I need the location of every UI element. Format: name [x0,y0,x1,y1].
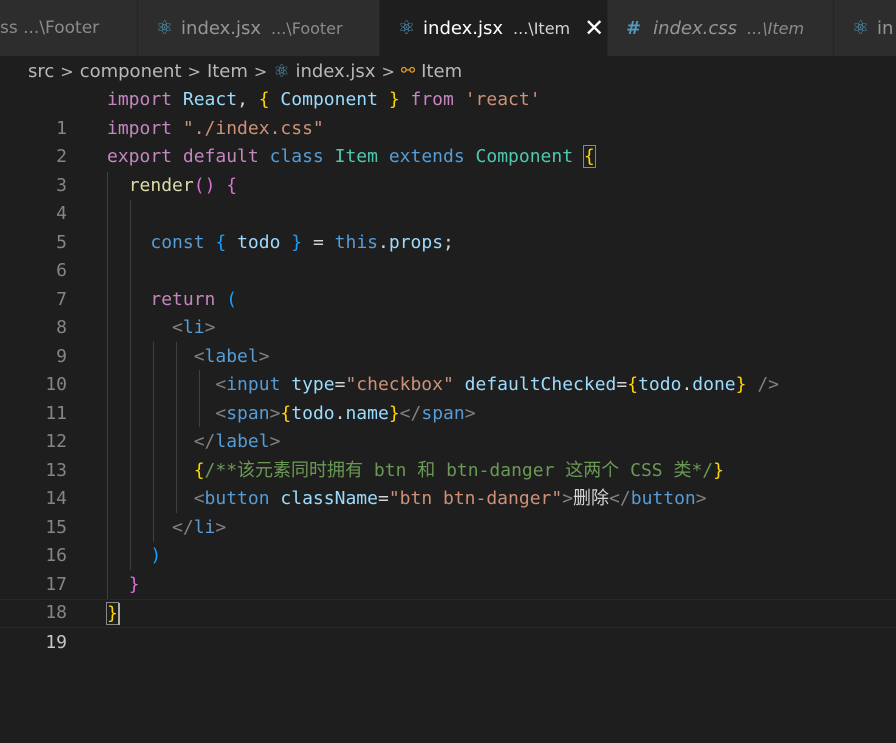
chevron-right-icon: > [381,61,395,81]
tab-footer-css[interactable]: ss ...\Footer [0,0,138,56]
symbol-class-icon: ⚯ [400,61,416,81]
breadcrumb: src > component > Item > ⚛ index.jsx > ⚯… [28,57,462,85]
tab-filename: index.jsx [181,17,262,39]
code-line-current: 19 } [0,599,896,653]
tab-item-index-jsx[interactable]: ⚛ index.jsx ...\Item ✕ [380,0,608,56]
text-cursor [118,603,120,625]
tab-path: ...\Footer [271,18,343,38]
react-icon: ⚛ [156,17,174,39]
code-line: 7 [0,257,896,310]
tab-path: ...\Item [513,18,571,38]
code-line: 17 ) [0,542,896,595]
hash-icon: # [626,17,642,39]
code-line: 15 <button className="btn btn-danger">删除… [0,485,896,538]
code-line: 3 export default class Item extends Comp… [0,143,896,196]
code-line: 10 <label> [0,343,896,396]
code-line: 6 const { todo } = this.props; [0,229,896,282]
code-line: 9 <li> [0,314,896,367]
react-icon: ⚛ [852,17,870,39]
close-icon[interactable]: ✕ [584,16,604,40]
code-line: 11 <input type="checkbox" defaultChecked… [0,371,896,424]
tab-filename: in [877,17,894,39]
react-icon: ⚛ [273,60,290,82]
tab-path: ss ...\Footer [0,18,100,38]
code-line: 1 import React, { Component } from 'reac… [0,86,896,139]
breadcrumb-item-file[interactable]: index.jsx [295,61,375,82]
tab-filename: index.jsx [423,17,504,39]
breadcrumb-item-component[interactable]: component [80,61,182,82]
code-line: 2 import "./index.css" [0,115,896,168]
tab-overflow[interactable]: ⚛ in [834,0,896,56]
code-line: 5 [0,200,896,253]
code-line: 16 </li> [0,514,896,567]
code-line: 14 {/**该元素同时拥有 btn 和 btn-danger 这两个 CSS … [0,457,896,510]
react-icon: ⚛ [398,17,416,39]
tab-filename: index.css [653,17,738,39]
tab-path: ...\Item [747,18,805,38]
line-number: 19 [45,631,67,653]
tab-footer-index-jsx[interactable]: ⚛ index.jsx ...\Footer [138,0,380,56]
code-line: 13 </label> [0,428,896,481]
editor-tab-bar: ss ...\Footer ⚛ index.jsx ...\Footer ⚛ i… [0,0,896,56]
code-editor[interactable]: 1 import React, { Component } from 'reac… [0,86,896,665]
breadcrumb-item-symbol[interactable]: Item [421,61,462,82]
chevron-right-icon: > [187,61,201,81]
code-line: 18 } [0,571,896,624]
breadcrumb-item-item-folder[interactable]: Item [207,61,248,82]
code-line: 8 return ( [0,286,896,339]
breadcrumb-item-src[interactable]: src [28,61,54,82]
tab-item-index-css[interactable]: # index.css ...\Item [608,0,834,56]
chevron-right-icon: > [60,61,74,81]
chevron-right-icon: > [253,61,268,81]
code-line: 12 <span>{todo.name}</span> [0,400,896,453]
code-line: 4 render() { [0,172,896,225]
